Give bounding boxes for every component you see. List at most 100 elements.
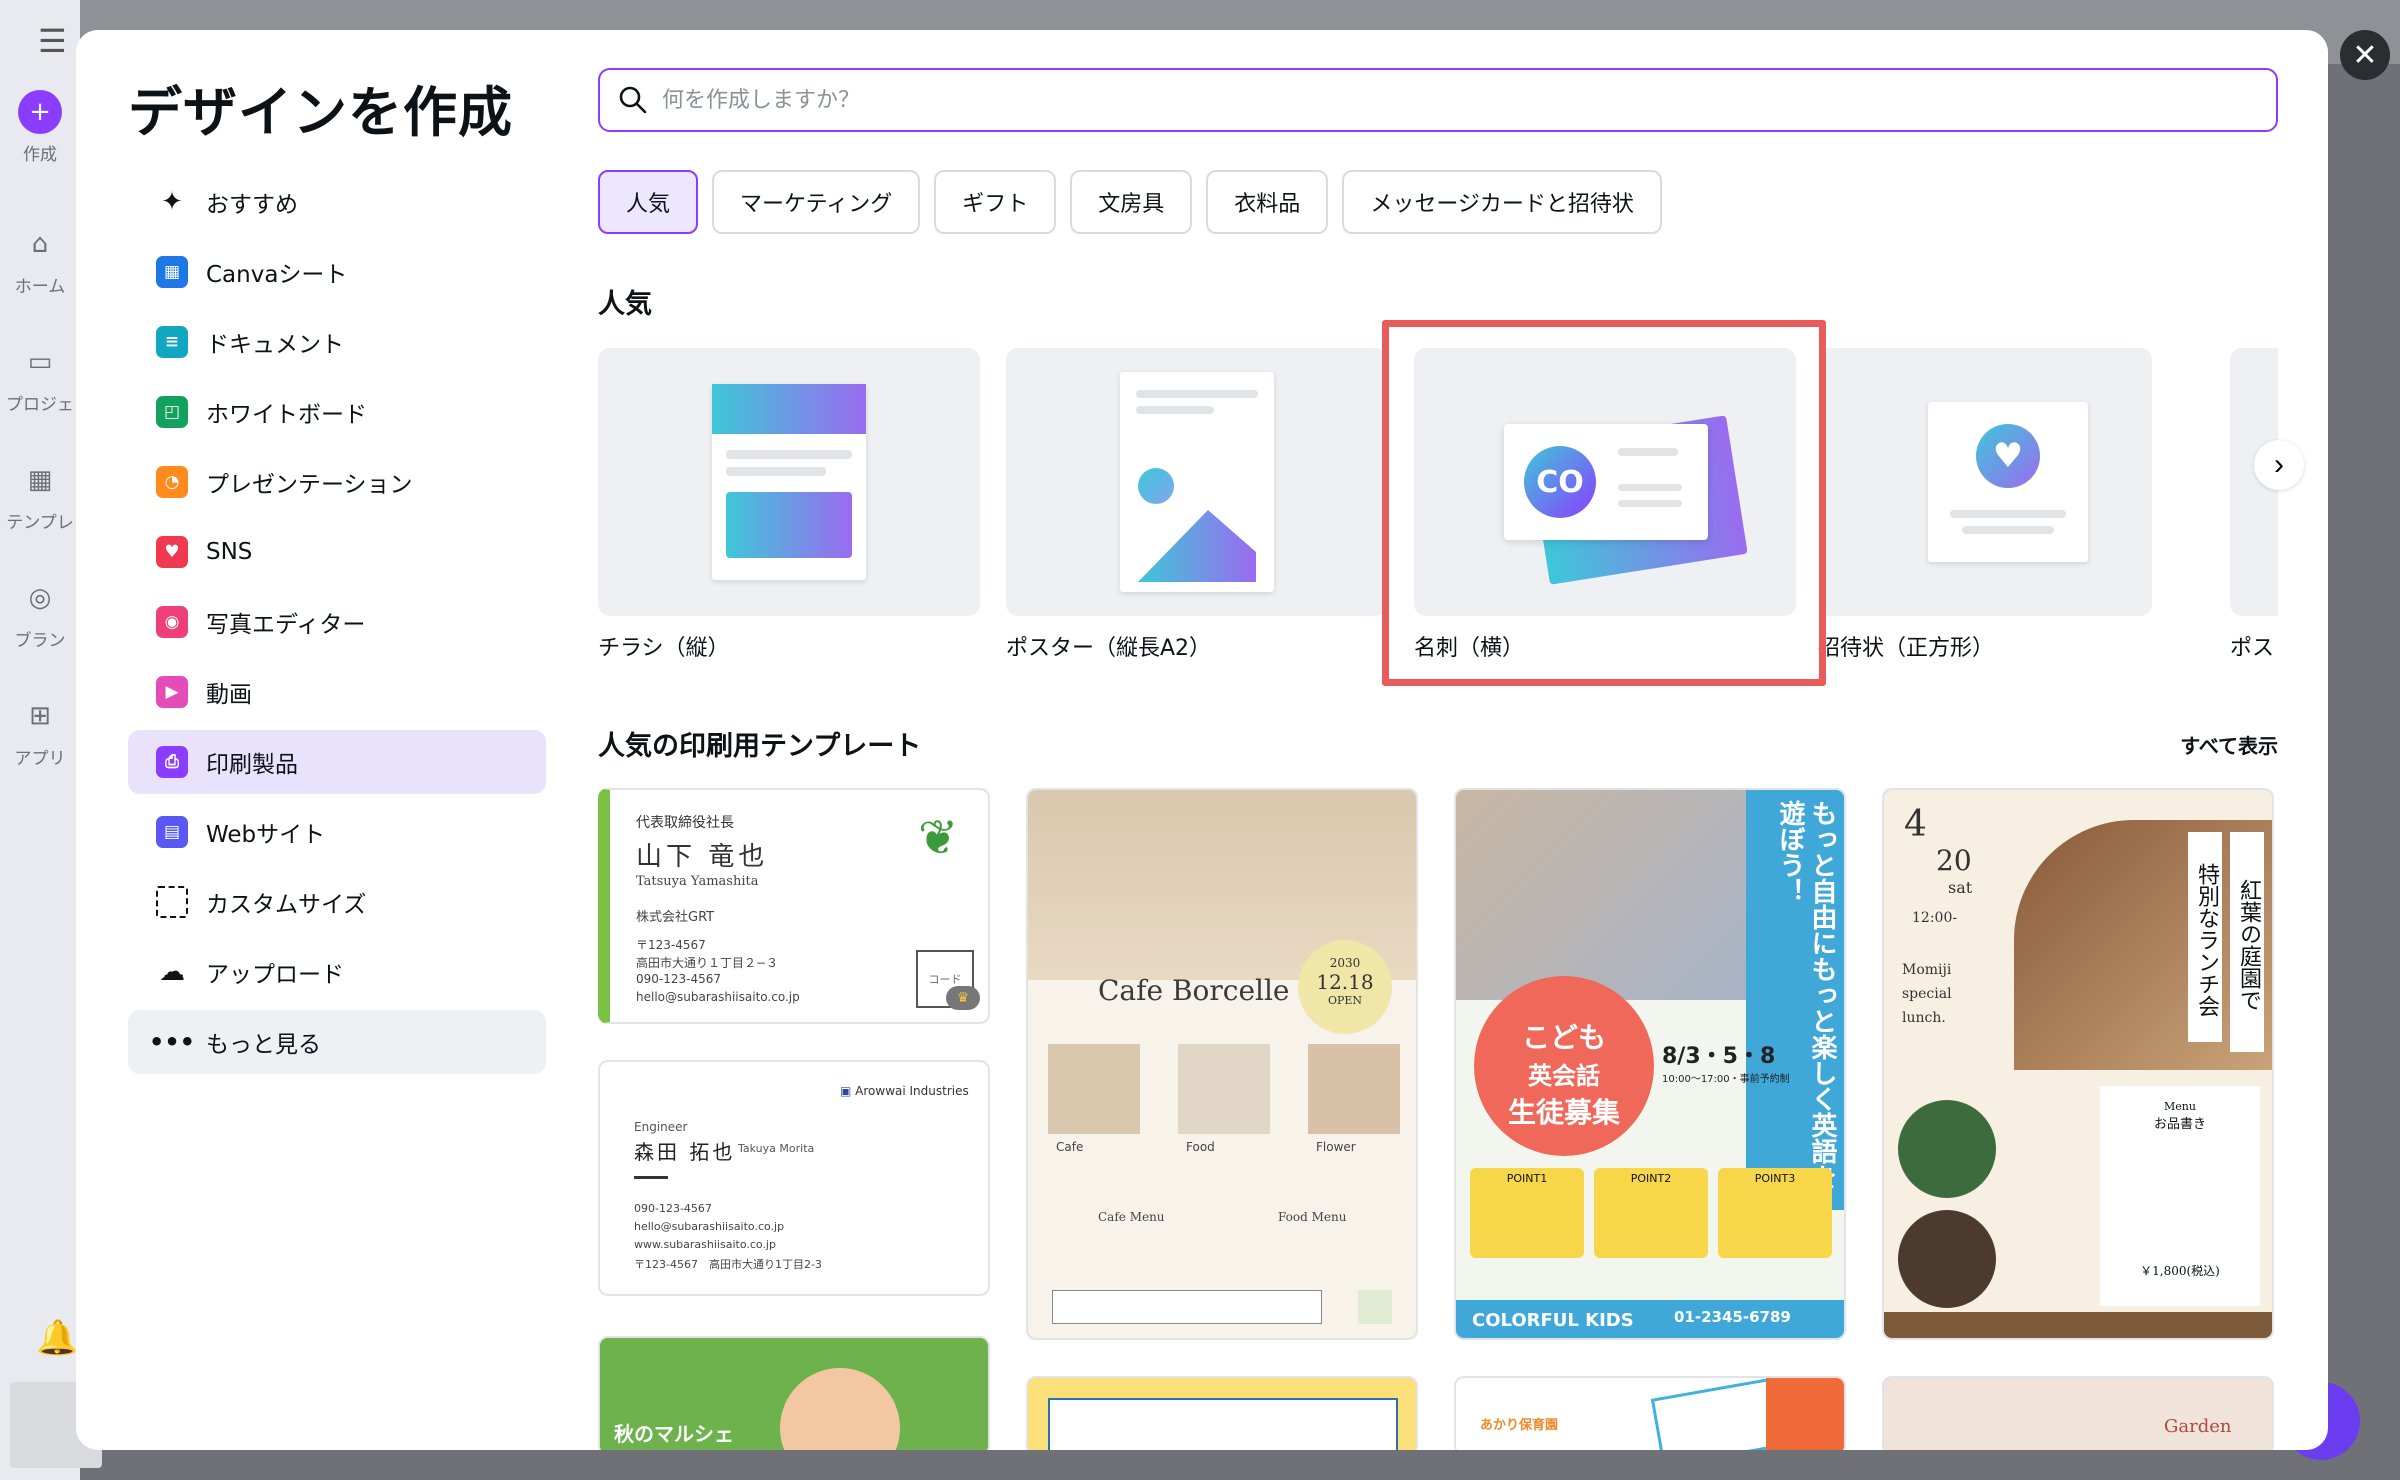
sidebar-item-sns[interactable]: ♥ SNS — [128, 520, 546, 584]
template-text: 代表取締役社長 — [636, 815, 734, 831]
invitation-thumbnail: ♥ — [1822, 348, 2152, 616]
popular-item-poster-partial[interactable]: ポス — [2230, 348, 2278, 662]
chip-marketing[interactable]: マーケティング — [712, 170, 921, 234]
popular-item-label: 名刺（横） — [1414, 636, 1525, 661]
sidebar-item-presentation[interactable]: ◔ プレゼンテーション — [128, 450, 546, 514]
template-text: Cafe — [1056, 1140, 1084, 1154]
sidebar-item-docs[interactable]: ≡ ドキュメント — [128, 310, 546, 374]
template-text: 英会話 — [1528, 1062, 1600, 1090]
template-cafe-flyer[interactable]: Cafe Borcelle 2030 12.18 OPEN Cafe Food … — [1026, 788, 1418, 1340]
presentation-icon: ◔ — [156, 466, 188, 498]
rail-templates[interactable]: ▦ テンプレ — [0, 458, 80, 533]
hamburger-menu-icon[interactable]: ☰ — [38, 22, 67, 60]
chip-popular[interactable]: 人気 — [598, 170, 699, 234]
date-badge: 2030 12.18 OPEN — [1298, 940, 1392, 1034]
sidebar-item-label: カスタムサイズ — [206, 892, 367, 918]
sheets-icon: ▦ — [156, 256, 188, 288]
rail-label: ホーム — [14, 277, 66, 297]
template-text: Momiji — [1902, 962, 1952, 978]
template-text: Engineer — [634, 1120, 688, 1134]
camera-icon: ◉ — [156, 606, 188, 638]
search-input[interactable] — [662, 87, 2276, 113]
close-modal-button[interactable]: ✕ — [2340, 30, 2390, 80]
template-text: COLORFUL KIDS — [1472, 1310, 1634, 1331]
category-sidebar: ✦ おすすめ ▦ Canvaシート ≡ ドキュメント ◰ ホワイトボード ◔ プ… — [128, 170, 546, 1080]
rail-label: 作成 — [23, 145, 57, 165]
leaf-logo-icon: ❦ — [918, 810, 959, 866]
sidebar-item-label: ドキュメント — [206, 332, 344, 358]
template-text: 高田市大通り１丁目２−３ — [636, 956, 779, 970]
rail-create[interactable]: + 作成 — [0, 90, 80, 165]
poster-paper — [1120, 372, 1274, 592]
template-text: 10:00〜17:00・事前予約制 — [1662, 1074, 1790, 1085]
template-text: www.subarashiisaito.co.jp — [634, 1238, 776, 1251]
template-nursery-flyer[interactable]: あかり保育園 — [1454, 1376, 1846, 1450]
sidebar-item-more[interactable]: ••• もっと見る — [128, 1010, 546, 1074]
template-text: 12.18 — [1316, 970, 1374, 994]
company-logo-icon: ▣ — [840, 1084, 856, 1098]
sidebar-item-custom-size[interactable]: カスタムサイズ — [128, 870, 546, 934]
sidebar-item-whiteboard[interactable]: ◰ ホワイトボード — [128, 380, 546, 444]
rail-home[interactable]: ⌂ ホーム — [0, 222, 80, 297]
template-garden-flyer[interactable]: Garden — [1882, 1376, 2274, 1450]
create-design-modal: デザインを作成 ✦ おすすめ ▦ Canvaシート ≡ ドキュメント ◰ ホワイ… — [76, 30, 2328, 1450]
template-business-card-1[interactable]: 代表取締役社長 山下 竜也 Tatsuya Yamashita 株式会社GRT … — [598, 788, 990, 1024]
see-all-link[interactable]: すべて表示 — [2180, 730, 2278, 759]
carousel-next-button[interactable]: › — [2254, 440, 2304, 490]
chip-cards-invitations[interactable]: メッセージカードと招待状 — [1342, 170, 1662, 234]
template-yellow-flyer[interactable] — [1026, 1376, 1418, 1450]
sidebar-item-photo-editor[interactable]: ◉ 写真エディター — [128, 590, 546, 654]
rail-apps[interactable]: ⊞ アプリ — [0, 694, 80, 769]
flyer-thumbnail — [598, 348, 980, 616]
video-icon: ▶ — [156, 676, 188, 708]
popular-item-flyer[interactable]: チラシ（縦） — [598, 348, 980, 662]
template-text: 秋のマルシェ — [614, 1422, 734, 1446]
chip-gift[interactable]: ギフト — [934, 170, 1057, 234]
sidebar-item-upload[interactable]: ☁ アップロード — [128, 940, 546, 1004]
template-icon: ▦ — [27, 465, 53, 495]
template-text: hello@subarashiisaito.co.jp — [636, 990, 800, 1004]
template-text: Food — [1186, 1140, 1215, 1154]
print-templates-title: 人気の印刷用テンプレート — [598, 731, 922, 762]
sidebar-item-website[interactable]: ▤ Webサイト — [128, 800, 546, 864]
menu-card: Menu お品書き ￥1,800(税込) — [2100, 1086, 2260, 1306]
template-business-card-2[interactable]: ▣ Arowwai Industries Engineer 森田 拓也 Taku… — [598, 1060, 990, 1296]
template-text: 8/3・5・8 — [1662, 1044, 1776, 1069]
bell-icon[interactable]: 🔔 — [36, 1318, 78, 1358]
card-front: CO — [1504, 424, 1708, 540]
rail-projects[interactable]: ▭ プロジェ — [0, 340, 80, 415]
crown-icon: ♛ — [946, 986, 980, 1010]
sidebar-item-canva-sheets[interactable]: ▦ Canvaシート — [128, 240, 546, 304]
chip-stationery[interactable]: 文房具 — [1070, 170, 1193, 234]
popular-item-invitation[interactable]: ♥ 招待状（正方形） — [1818, 348, 2152, 662]
sidebar-item-recommended[interactable]: ✦ おすすめ — [128, 170, 546, 234]
popular-item-label: 招待状（正方形） — [1818, 636, 1995, 661]
whiteboard-icon: ◰ — [156, 396, 188, 428]
sidebar-item-video[interactable]: ▶ 動画 — [128, 660, 546, 724]
popular-item-poster[interactable]: ポスター（縦長A2） — [1006, 348, 1388, 662]
template-text: POINT3 — [1718, 1168, 1832, 1258]
sidebar-item-label: おすすめ — [206, 192, 298, 218]
sidebar-item-print[interactable]: ⎙ 印刷製品 — [128, 730, 546, 794]
template-momiji-lunch[interactable]: 4 20 sat 12:00- Momiji special lunch. 紅葉… — [1882, 788, 2274, 1340]
template-text: 090-123-4567 — [634, 1202, 712, 1215]
template-text: 紅葉の庭園で — [2230, 832, 2264, 1052]
chip-clothing[interactable]: 衣料品 — [1206, 170, 1329, 234]
poster-thumbnail — [1006, 348, 1388, 616]
template-english-school-flyer[interactable]: もっと自由にもっと楽しく英語を遊ぼう！ こども 英会話 生徒募集 8/3・5・8… — [1454, 788, 1846, 1340]
category-chips: 人気 マーケティング ギフト 文房具 衣料品 メッセージカードと招待状 — [598, 170, 1662, 234]
template-text: OPEN — [1327, 994, 1363, 1007]
template-text: 生徒募集 — [1507, 1096, 1620, 1129]
search-bar[interactable] — [598, 68, 2278, 132]
popular-item-business-card[interactable]: CO 名刺（横） — [1414, 348, 1796, 662]
template-text: Tatsuya Yamashita — [636, 874, 759, 889]
rail-brand[interactable]: ◎ ブラン — [0, 576, 80, 651]
recruit-circle: こども 英会話 生徒募集 — [1474, 976, 1654, 1156]
rail-label: アプリ — [14, 749, 66, 769]
more-dots-icon: ••• — [148, 1028, 196, 1056]
template-marche-flyer[interactable]: 秋のマルシェ — [598, 1336, 990, 1450]
plus-icon: + — [18, 90, 62, 134]
template-text: 株式会社GRT — [636, 910, 715, 925]
home-icon: ⌂ — [31, 229, 49, 259]
template-text: Cafe Borcelle — [1098, 974, 1290, 1007]
